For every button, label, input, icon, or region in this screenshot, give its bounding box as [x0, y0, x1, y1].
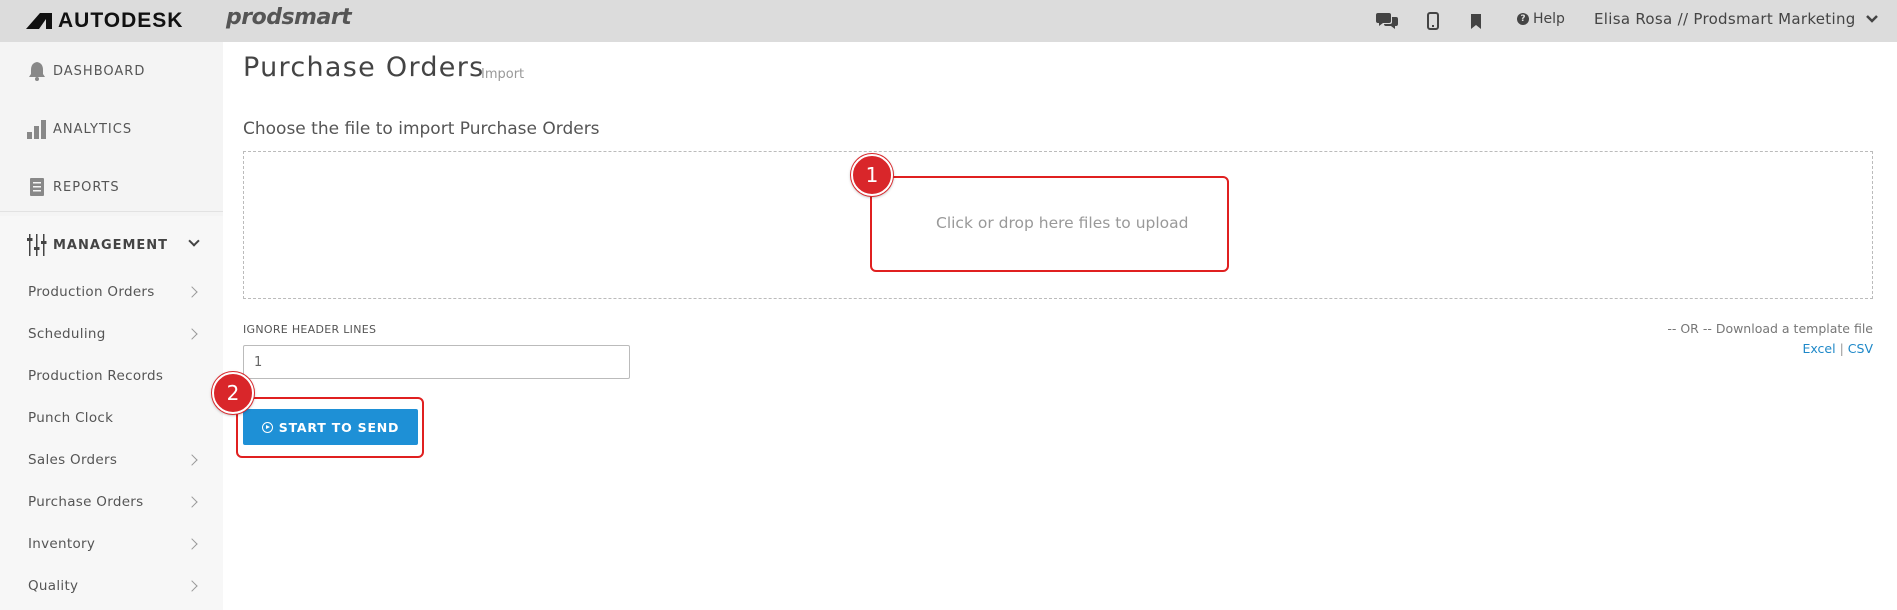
sidebar-item-label: Punch Clock: [28, 410, 114, 426]
chevron-right-icon: [186, 328, 198, 340]
step-badge-1: 1: [851, 154, 893, 196]
sidebar-item-label: DASHBOARD: [53, 63, 146, 79]
chevron-right-icon: [186, 286, 198, 298]
user-menu[interactable]: Elisa Rosa // Prodsmart Marketing: [1594, 10, 1878, 28]
page-title: Purchase Orders: [243, 52, 485, 83]
sidebar-item-scheduling[interactable]: Scheduling: [0, 313, 223, 355]
sidebar-item-label: Scheduling: [28, 326, 106, 342]
chevron-right-icon: [186, 580, 198, 592]
sidebar-item-quality[interactable]: Quality: [0, 565, 223, 607]
sidebar-item-label: REPORTS: [53, 179, 120, 195]
sidebar-item-label: Production Records: [28, 368, 164, 384]
sidebar-divider: [0, 211, 223, 212]
bookmark-icon[interactable]: [1465, 10, 1487, 32]
highlight-box-2: [236, 397, 424, 458]
sidebar-item-label: Sales Orders: [28, 452, 118, 468]
sidebar-item-label: ANALYTICS: [53, 121, 133, 137]
bar-chart-icon: [27, 118, 47, 140]
help-label: Help: [1533, 11, 1565, 27]
top-bar: AUTODESK prodsmart ? Help Elisa Rosa // …: [0, 0, 1897, 42]
help-icon: ?: [1517, 13, 1529, 25]
sidebar-item-sales-orders[interactable]: Sales Orders: [0, 439, 223, 481]
sliders-icon: [27, 234, 47, 256]
template-download-text: -- OR -- Download a template file: [1667, 321, 1873, 336]
user-label: Elisa Rosa // Prodsmart Marketing: [1594, 10, 1856, 28]
chevron-right-icon: [186, 454, 198, 466]
download-excel-link[interactable]: Excel: [1802, 341, 1835, 356]
sidebar-item-production-orders[interactable]: Production Orders: [0, 271, 223, 313]
chevron-down-icon: [1865, 15, 1878, 23]
ignore-header-lines-input[interactable]: [243, 345, 630, 379]
bell-icon: [27, 60, 47, 82]
file-import-label: Choose the file to import Purchase Order…: [243, 119, 600, 139]
template-download-links: Excel | CSV: [1802, 341, 1873, 356]
sidebar-item-production-records[interactable]: Production Records: [0, 355, 223, 397]
sidebar-item-reports[interactable]: REPORTS: [0, 158, 223, 216]
sidebar-item-analytics[interactable]: ANALYTICS: [0, 100, 223, 158]
autodesk-logo-mark-icon: [26, 13, 52, 29]
page-subtitle: Import: [481, 67, 525, 82]
sidebar-item-inventory[interactable]: Inventory: [0, 523, 223, 565]
sidebar-item-label: Inventory: [28, 536, 96, 552]
help-link[interactable]: ? Help: [1517, 11, 1565, 27]
sidebar: DASHBOARD ANALYTICS REPORTS MANAGEMENT P…: [0, 42, 223, 610]
sidebar-item-label: Production Orders: [28, 284, 155, 300]
document-icon: [27, 176, 47, 198]
autodesk-logo[interactable]: AUTODESK: [26, 9, 183, 33]
sidebar-item-label: Purchase Orders: [28, 494, 144, 510]
ignore-header-lines-label: IGNORE HEADER LINES: [243, 323, 377, 336]
autodesk-wordmark: AUTODESK: [58, 9, 184, 32]
mobile-icon[interactable]: [1422, 10, 1444, 32]
chat-icon[interactable]: [1376, 10, 1398, 32]
chevron-right-icon: [186, 538, 198, 550]
chevron-right-icon: [186, 496, 198, 508]
sidebar-item-dashboard[interactable]: DASHBOARD: [0, 42, 223, 100]
sidebar-item-purchase-orders[interactable]: Purchase Orders: [0, 481, 223, 523]
sidebar-item-label: Quality: [28, 578, 79, 594]
sidebar-item-management[interactable]: MANAGEMENT: [0, 216, 223, 274]
prodsmart-logo[interactable]: prodsmart: [226, 5, 352, 30]
link-separator: |: [1839, 341, 1844, 356]
sidebar-item-label: MANAGEMENT: [53, 237, 169, 253]
step-badge-2: 2: [212, 372, 254, 414]
highlight-box-1: [870, 176, 1229, 272]
sidebar-item-punch-clock[interactable]: Punch Clock: [0, 397, 223, 439]
download-csv-link[interactable]: CSV: [1848, 341, 1873, 356]
